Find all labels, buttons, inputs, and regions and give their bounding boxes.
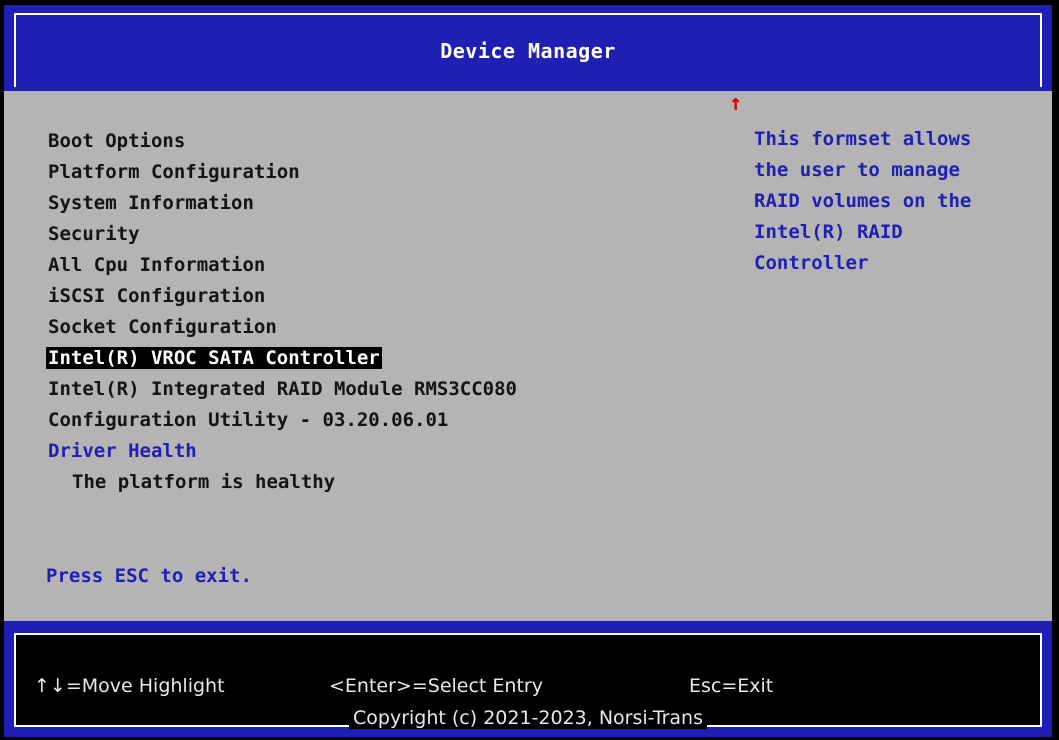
menu-item-label: iSCSI Configuration bbox=[48, 285, 266, 307]
key-hint-select: <Enter>=Select Entry bbox=[329, 675, 543, 697]
help-panel: This formset allows the user to manage R… bbox=[754, 124, 1044, 279]
menu-item-vroc-sata-controller[interactable]: Intel(R) VROC SATA Controller bbox=[46, 343, 686, 374]
menu-item-socket-configuration[interactable]: Socket Configuration bbox=[46, 312, 686, 343]
driver-health-status: The platform is healthy bbox=[46, 467, 686, 498]
menu-item-label: System Information bbox=[48, 192, 254, 214]
menu-item-label: Boot Options bbox=[48, 130, 186, 152]
menu-item-label: Security bbox=[48, 223, 140, 245]
scroll-up-icon: ↑ bbox=[729, 91, 743, 116]
menu-item-boot-options[interactable]: Boot Options bbox=[46, 126, 686, 157]
header-bar: Device Manager bbox=[4, 5, 1052, 91]
menu-item-iscsi-configuration[interactable]: iSCSI Configuration bbox=[46, 281, 686, 312]
menu-item-driver-health[interactable]: Driver Health bbox=[46, 436, 686, 467]
help-line: This formset allows bbox=[754, 128, 972, 150]
menu-item-security[interactable]: Security bbox=[46, 219, 686, 250]
help-line: Controller bbox=[754, 252, 869, 274]
footer-bar: ↑↓=Move Highlight <Enter>=Select Entry E… bbox=[4, 621, 1052, 737]
menu-item-label: Driver Health bbox=[48, 440, 197, 462]
menu-item-label: Configuration Utility - 03.20.06.01 bbox=[48, 409, 449, 431]
menu-item-label: Intel(R) VROC SATA Controller bbox=[46, 347, 382, 369]
driver-health-status-text: The platform is healthy bbox=[72, 471, 336, 493]
menu-item-label: Intel(R) Integrated RAID Module RMS3CC08… bbox=[48, 378, 517, 400]
menu-item-label: Platform Configuration bbox=[48, 161, 300, 183]
key-hint-exit: Esc=Exit bbox=[689, 675, 774, 697]
menu-item-configuration-utility[interactable]: Configuration Utility - 03.20.06.01 bbox=[46, 405, 686, 436]
menu-item-integrated-raid-module[interactable]: Intel(R) Integrated RAID Module RMS3CC08… bbox=[46, 374, 686, 405]
help-line: the user to manage bbox=[754, 159, 960, 181]
menu-item-system-information[interactable]: System Information bbox=[46, 188, 686, 219]
key-hints: ↑↓=Move Highlight <Enter>=Select Entry E… bbox=[4, 675, 1052, 703]
esc-hint: Press ESC to exit. bbox=[46, 565, 252, 587]
key-hint-move: ↑↓=Move Highlight bbox=[34, 675, 225, 697]
menu-list: Boot Options Platform Configuration Syst… bbox=[46, 126, 686, 498]
help-line: Intel(R) RAID bbox=[754, 221, 903, 243]
copyright-label: Copyright (c) 2021-2023, Norsi-Trans bbox=[349, 707, 707, 729]
main-panel: ↑ Boot Options Platform Configuration Sy… bbox=[4, 91, 1052, 621]
menu-item-label: All Cpu Information bbox=[48, 254, 266, 276]
menu-item-label: Socket Configuration bbox=[48, 316, 277, 338]
menu-item-platform-configuration[interactable]: Platform Configuration bbox=[46, 157, 686, 188]
page-title: Device Manager bbox=[440, 39, 616, 63]
menu-item-all-cpu-information[interactable]: All Cpu Information bbox=[46, 250, 686, 281]
copyright-text: Copyright (c) 2021-2023, Norsi-Trans bbox=[4, 707, 1052, 729]
help-line: RAID volumes on the bbox=[754, 190, 972, 212]
